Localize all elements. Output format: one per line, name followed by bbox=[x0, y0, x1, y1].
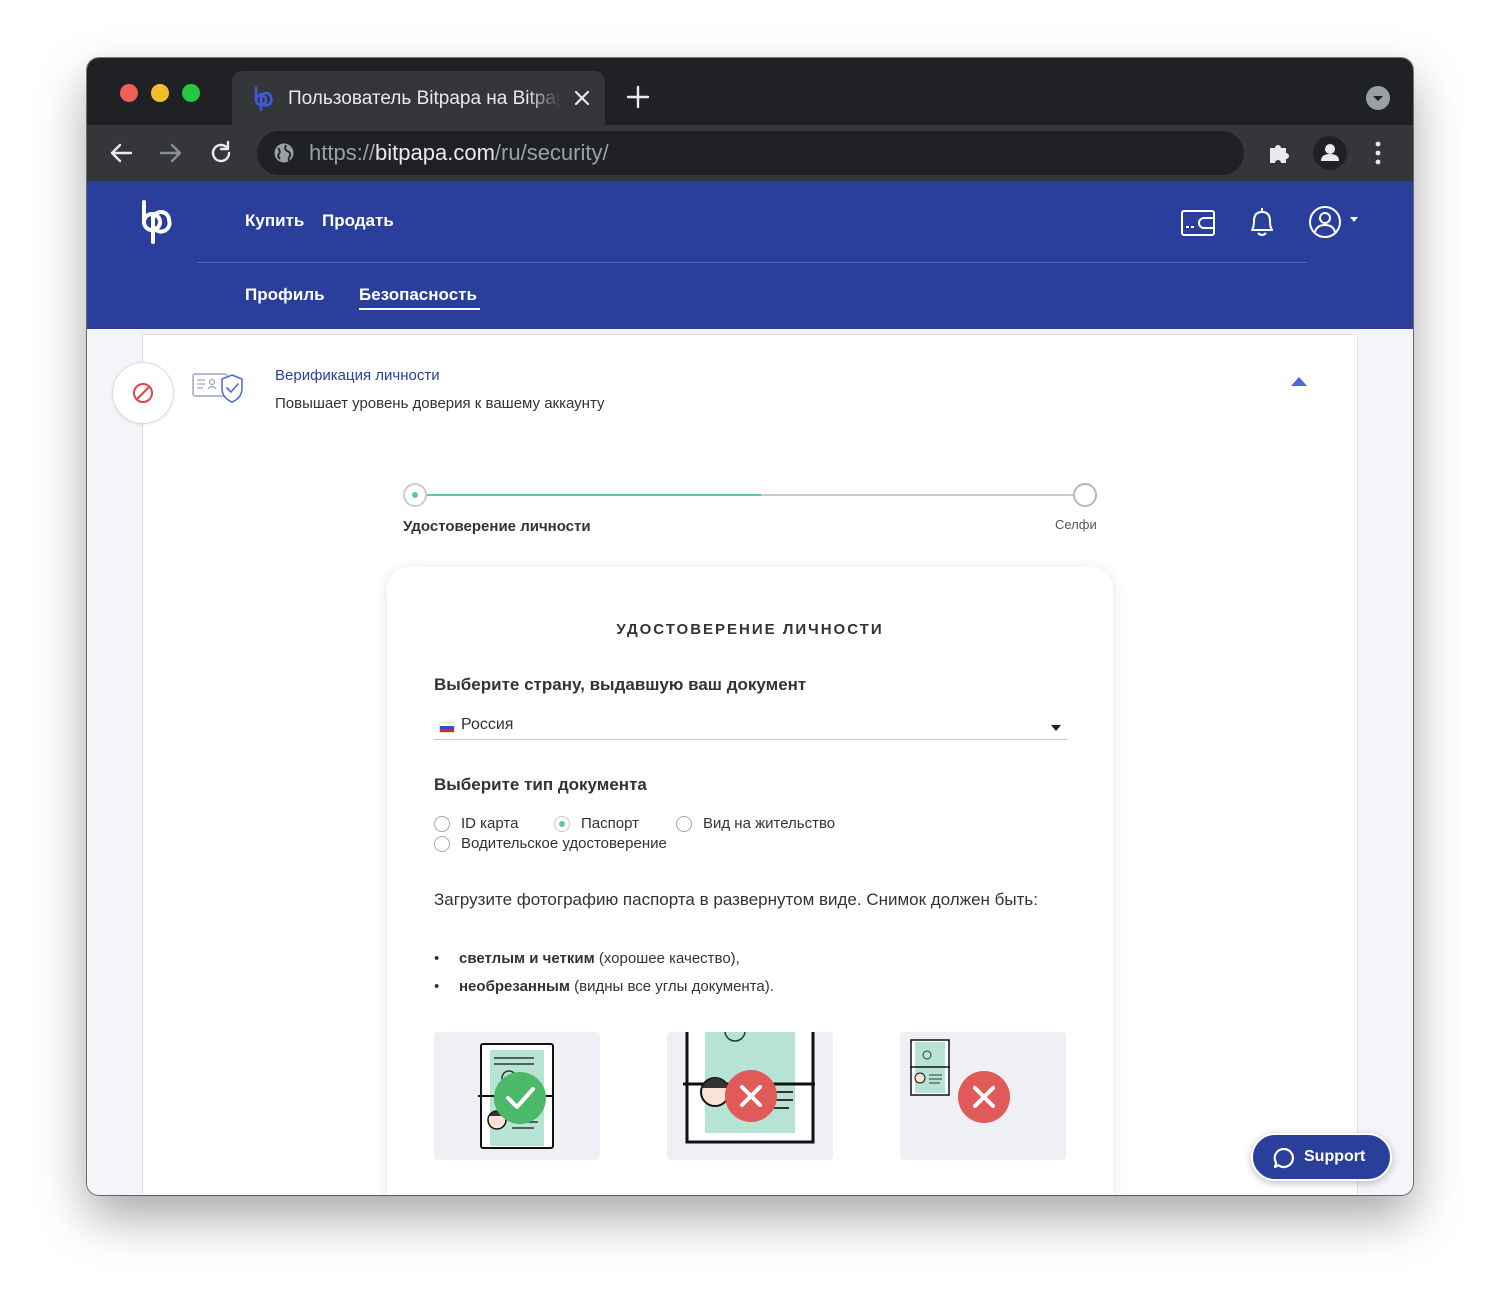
doc-type-question: Выберите тип документа bbox=[434, 775, 647, 794]
verification-title[interactable]: Верификация личности bbox=[275, 366, 440, 386]
browser-toolbar: https://bitpapa.com/ru/security/ bbox=[87, 125, 1413, 181]
radio-circle[interactable] bbox=[434, 836, 450, 852]
header-divider bbox=[197, 262, 1307, 263]
tab-security-underline bbox=[359, 308, 480, 310]
country-select[interactable]: Россия bbox=[434, 714, 1067, 740]
radio-label: Вид на жительство bbox=[703, 815, 836, 832]
upload-instruction: Загрузите фотографию паспорта в разверну… bbox=[434, 890, 1038, 909]
step-id-label: Удостоверение личности bbox=[403, 518, 591, 535]
requirement-item: • необрезанным (видны все углы документа)… bbox=[434, 978, 774, 995]
back-arrow-icon[interactable] bbox=[107, 139, 135, 167]
card-title: УДОСТОВЕРЕНИЕ ЛИЧНОСТИ bbox=[616, 621, 884, 638]
address-bar[interactable]: https://bitpapa.com/ru/security/ bbox=[257, 131, 1244, 175]
tab-profile[interactable]: Профиль bbox=[245, 284, 325, 306]
passport-distant-illustration bbox=[910, 1039, 1010, 1123]
stepper-progress-line bbox=[427, 494, 761, 496]
country-select-value: Россия bbox=[461, 716, 514, 733]
support-label: Support bbox=[1304, 1148, 1366, 1165]
radio-label: Паспорт bbox=[581, 815, 639, 832]
tab-search-icon[interactable] bbox=[1366, 86, 1390, 110]
step-selfie-dot[interactable] bbox=[1073, 483, 1097, 507]
bitpapa-logo[interactable] bbox=[137, 200, 177, 244]
close-window-button[interactable] bbox=[120, 84, 138, 102]
chat-bubble-icon bbox=[1273, 1147, 1294, 1169]
tab-title: Пользователь Bitpapa на Bitpapa bbox=[288, 88, 560, 109]
browser-tab-active[interactable]: Пользователь Bitpapa на Bitpapa bbox=[232, 71, 605, 125]
russia-flag-icon bbox=[439, 722, 455, 733]
chevron-down-icon[interactable] bbox=[1350, 217, 1358, 223]
step-id-dot[interactable] bbox=[403, 483, 427, 507]
browser-window: Пользователь Bitpapa на Bitpapa https://… bbox=[87, 58, 1413, 1195]
radio-label: ID карта bbox=[461, 815, 519, 832]
dropdown-arrow-icon bbox=[1051, 725, 1061, 731]
puzzle-extension-icon[interactable] bbox=[1265, 139, 1293, 167]
tab-strip: Пользователь Bitpapa на Bitpapa bbox=[87, 58, 1413, 125]
bell-icon[interactable] bbox=[1247, 205, 1277, 239]
tab-close-icon[interactable] bbox=[570, 86, 594, 110]
id-document-card: УДОСТОВЕРЕНИЕ ЛИЧНОСТИ Выберите страну, … bbox=[387, 567, 1113, 1195]
profile-icon[interactable] bbox=[1313, 136, 1347, 170]
passport-cropped-illustration bbox=[683, 1032, 815, 1144]
user-account-icon[interactable] bbox=[1307, 204, 1343, 240]
radio-circle[interactable] bbox=[434, 816, 450, 832]
bitpapa-favicon-icon bbox=[254, 86, 273, 112]
url-text: https://bitpapa.com/ru/security/ bbox=[309, 140, 609, 165]
kebab-menu-icon[interactable] bbox=[1367, 139, 1389, 167]
id-card-shield-icon bbox=[192, 373, 243, 403]
radio-circle[interactable] bbox=[676, 816, 692, 832]
radio-label: Водительское удостоверение bbox=[461, 835, 667, 852]
status-indicator bbox=[112, 362, 174, 424]
reload-icon[interactable] bbox=[207, 139, 235, 167]
wallet-icon[interactable] bbox=[1180, 208, 1218, 238]
chevron-up-icon[interactable] bbox=[1290, 375, 1308, 387]
page-content: Верификация личности Повышает уровень до… bbox=[87, 329, 1413, 1195]
example-distant-passport bbox=[900, 1032, 1066, 1160]
country-question: Выберите страну, выдавшую ваш документ bbox=[434, 675, 807, 694]
step-selfie-label: Селфи bbox=[1055, 517, 1097, 532]
blocked-icon bbox=[133, 383, 153, 403]
new-tab-icon[interactable] bbox=[625, 84, 651, 110]
nav-sell-link[interactable]: Продать bbox=[322, 210, 394, 232]
passport-correct-illustration bbox=[478, 1043, 554, 1149]
nav-buy-link[interactable]: Купить bbox=[245, 210, 304, 232]
forward-arrow-icon[interactable] bbox=[157, 139, 185, 167]
verification-subtitle: Повышает уровень доверия к вашему аккаун… bbox=[275, 395, 605, 412]
stepper-remaining-line bbox=[761, 494, 1083, 496]
radio-circle[interactable] bbox=[554, 816, 570, 832]
site-header: Купить Продать Профиль Безопасность bbox=[87, 181, 1413, 329]
support-button[interactable]: Support bbox=[1251, 1133, 1392, 1181]
example-correct-passport bbox=[434, 1032, 600, 1160]
zoom-window-button[interactable] bbox=[182, 84, 200, 102]
requirement-item: • светлым и четким (хорошее качество), bbox=[434, 950, 740, 967]
tab-security[interactable]: Безопасность bbox=[359, 284, 477, 306]
minimize-window-button[interactable] bbox=[151, 84, 169, 102]
example-cropped-passport bbox=[667, 1032, 833, 1160]
globe-icon[interactable] bbox=[273, 142, 295, 164]
